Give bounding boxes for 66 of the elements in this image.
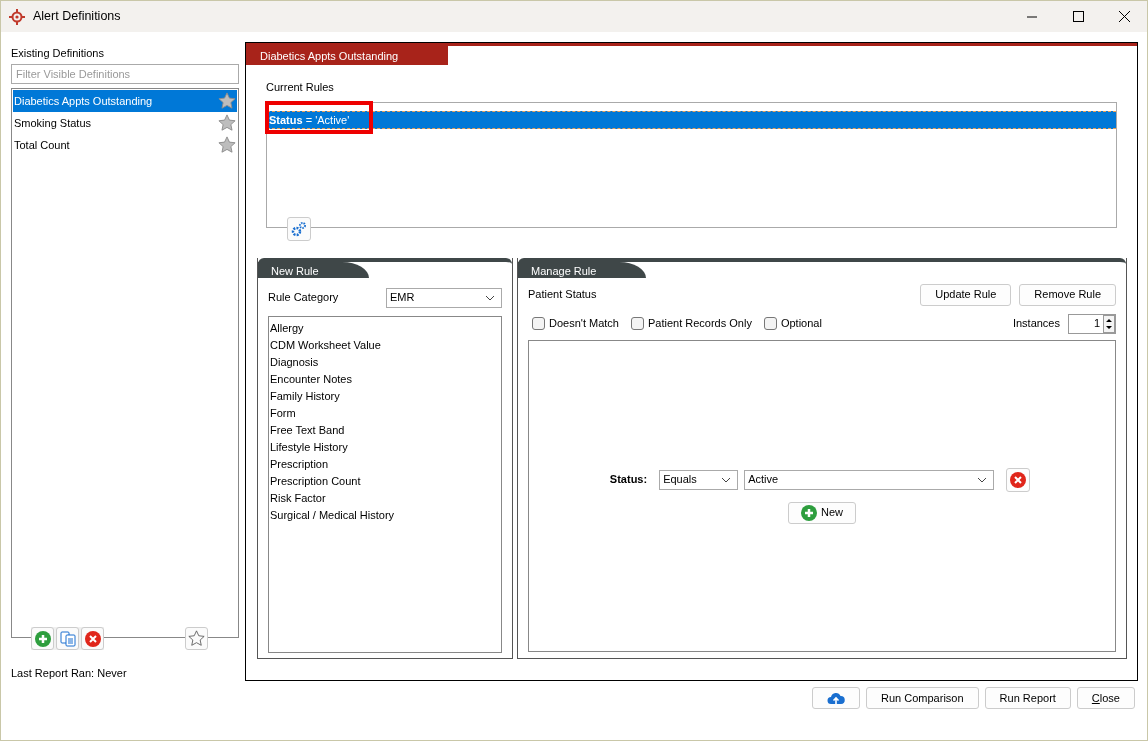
star-icon[interactable] <box>218 136 236 154</box>
category-item[interactable]: CDM Worksheet Value <box>270 336 500 354</box>
cloud-upload-icon <box>827 691 846 706</box>
settings-icon <box>291 220 307 237</box>
status-text: Last Report Ran: Never <box>11 666 128 681</box>
option-checkbox[interactable]: Optional <box>763 315 822 332</box>
star-icon[interactable] <box>218 92 236 110</box>
definition-item[interactable]: Diabetics Appts Outstanding <box>13 90 237 112</box>
chevron-icon <box>485 294 495 301</box>
option-checkbox[interactable]: Patient Records Only <box>630 315 752 332</box>
category-item[interactable]: Prescription Count <box>270 472 500 490</box>
section-label: Current Rules <box>265 80 335 95</box>
operator-dropdown[interactable]: Equals <box>659 469 739 490</box>
remove-condition-button[interactable] <box>1006 467 1031 492</box>
copy-button[interactable] <box>56 627 79 650</box>
category-item[interactable]: Free Text Band <box>270 421 500 439</box>
field-label: Rule Category <box>268 290 340 306</box>
settings-button[interactable] <box>287 216 311 241</box>
delete-button[interactable] <box>81 627 104 650</box>
category-item[interactable]: Surgical / Medical History <box>270 506 500 524</box>
category-item[interactable]: Allergy <box>270 319 500 337</box>
add-button[interactable] <box>31 627 54 650</box>
footer-button[interactable]: Run Comparison <box>866 687 979 709</box>
definition-item[interactable]: Smoking Status <box>13 112 237 134</box>
plus-icon <box>34 630 51 647</box>
favorite-button[interactable] <box>185 627 208 650</box>
rule-name: Patient Status <box>528 287 597 303</box>
star-icon <box>188 630 205 647</box>
instances-spinner[interactable]: 1 <box>1068 313 1116 334</box>
spin-arrows-icon <box>1103 314 1115 333</box>
category-dropdown[interactable]: EMR <box>386 287 502 308</box>
condition-field: Status: <box>609 471 648 488</box>
rule-button[interactable]: Update Rule <box>920 283 1012 306</box>
delete-icon <box>84 630 101 647</box>
chevron-icon <box>977 476 988 483</box>
filter-field[interactable]: Filter Visible Definitions <box>11 64 239 84</box>
section-label: Existing Definitions <box>11 46 105 61</box>
upload-button[interactable] <box>812 687 861 709</box>
footer-button[interactable]: Run Report <box>984 687 1071 709</box>
chevron-icon <box>721 476 732 483</box>
category-item[interactable]: Risk Factor <box>270 489 500 507</box>
category-item[interactable]: Encounter Notes <box>270 370 500 388</box>
category-item[interactable]: Lifestyle History <box>270 438 500 456</box>
field-label: Instances <box>1012 316 1060 332</box>
plus-icon <box>801 504 817 521</box>
category-item[interactable]: Form <box>270 404 500 422</box>
category-item[interactable]: Family History <box>270 387 500 405</box>
delete-icon <box>1010 472 1027 489</box>
close-icon <box>1118 11 1130 22</box>
definition-name: Smoking Status <box>14 115 92 131</box>
category-item[interactable]: Diagnosis <box>270 353 500 371</box>
new-condition-button[interactable]: New <box>788 501 856 524</box>
star-icon[interactable] <box>218 114 236 132</box>
value-dropdown[interactable]: Active <box>744 469 995 490</box>
copy-icon <box>59 630 76 647</box>
rule-row[interactable]: Status = 'Active' <box>267 110 1116 129</box>
maximize-icon <box>1072 11 1084 22</box>
definition-name: Diabetics Appts Outstanding <box>14 93 153 109</box>
footer-button[interactable]: Close <box>1076 687 1135 709</box>
option-checkbox[interactable]: Doesn't Match <box>532 315 619 332</box>
target-icon <box>9 8 25 25</box>
rule-button[interactable]: Remove Rule <box>1019 283 1116 306</box>
category-item[interactable]: Prescription <box>270 455 500 473</box>
window-title: Alert Definitions <box>33 8 121 26</box>
definition-item[interactable]: Total Count <box>13 134 237 156</box>
definition-name: Total Count <box>14 137 70 153</box>
